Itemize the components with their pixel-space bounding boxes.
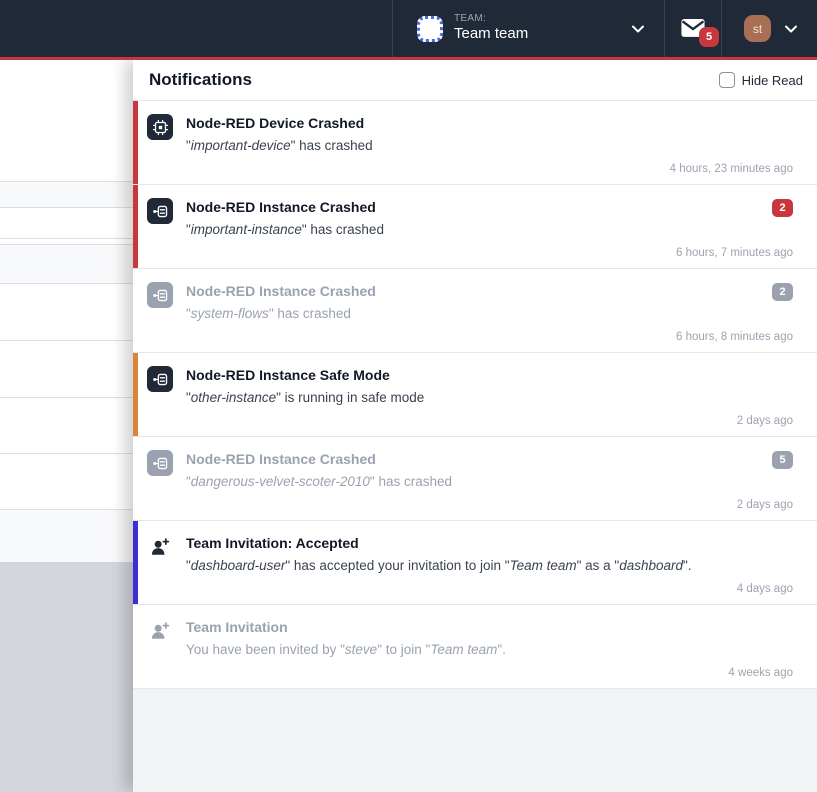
notification-item[interactable]: Team Invitation: Accepted "dashboard-user… [133, 521, 817, 605]
notification-message: "system-flows" has crashed [186, 306, 759, 321]
notification-title: Node-RED Instance Crashed [186, 199, 759, 215]
notification-texts: Node-RED Instance Crashed "important-inst… [186, 198, 759, 237]
team-avatar-icon [417, 16, 443, 42]
notification-texts: Team Invitation: Accepted "dashboard-user… [186, 534, 793, 573]
notification-timestamp: 2 days ago [147, 499, 793, 511]
notification-item[interactable]: Node-RED Instance Crashed "dangerous-velv… [133, 437, 817, 521]
device-icon [147, 114, 173, 140]
notifications-panel-header: Notifications Hide Read [133, 60, 817, 101]
notification-texts: Node-RED Instance Crashed "dangerous-velv… [186, 450, 759, 489]
notification-message: "important-instance" has crashed [186, 222, 759, 237]
notification-message: "dashboard-user" has accepted your invit… [186, 558, 793, 573]
navbar-spacer [0, 0, 392, 57]
user-plus-icon [147, 618, 173, 644]
notifications-panel: Notifications Hide Read Node-RED Device … [133, 60, 817, 792]
notification-message: "important-device" has crashed [186, 138, 793, 153]
notification-count-badge: 5 [772, 451, 793, 469]
team-selector-labels: TEAM: Team team [454, 13, 619, 44]
notification-item[interactable]: Node-RED Device Crashed "important-device… [133, 101, 817, 185]
notification-title: Node-RED Instance Crashed [186, 451, 759, 467]
notification-timestamp: 4 days ago [147, 583, 793, 595]
chevron-down-icon [630, 21, 646, 37]
unread-accent-bar [133, 521, 138, 604]
notification-message: "dangerous-velvet-scoter-2010" has crash… [186, 474, 759, 489]
nr-instance-icon [147, 366, 173, 392]
notifications-inbox-button[interactable]: 5 [665, 0, 722, 57]
notification-texts: Node-RED Device Crashed "important-device… [186, 114, 793, 153]
notification-title: Team Invitation: Accepted [186, 535, 793, 551]
hide-read-label: Hide Read [742, 73, 803, 88]
notification-item[interactable]: Node-RED Instance Safe Mode "other-instan… [133, 353, 817, 437]
user-menu-dropdown[interactable]: st [722, 0, 817, 57]
user-avatar: st [744, 15, 771, 42]
hide-read-toggle[interactable]: Hide Read [719, 72, 803, 88]
notification-title: Node-RED Instance Crashed [186, 283, 759, 299]
notification-count-badge: 2 [772, 283, 793, 301]
hide-read-checkbox[interactable] [719, 72, 735, 88]
notification-message: You have been invited by "steve" to join… [186, 642, 793, 657]
notification-count-badge: 2 [772, 199, 793, 217]
user-plus-icon [147, 534, 173, 560]
notification-title: Team Invitation [186, 619, 793, 635]
team-selector-dropdown[interactable]: TEAM: Team team [392, 0, 665, 57]
notification-texts: Team Invitation You have been invited by … [186, 618, 793, 657]
notifications-list: Node-RED Device Crashed "important-device… [133, 101, 817, 792]
notification-item[interactable]: Node-RED Instance Crashed "system-flows" … [133, 269, 817, 353]
notification-item[interactable]: Node-RED Instance Crashed "important-inst… [133, 185, 817, 269]
notification-timestamp: 2 days ago [147, 415, 793, 427]
notification-item[interactable]: Team Invitation You have been invited by … [133, 605, 817, 689]
notification-message: "other-instance" is running in safe mode [186, 390, 793, 405]
chevron-down-icon [783, 21, 799, 37]
nr-instance-icon [147, 282, 173, 308]
notification-texts: Node-RED Instance Crashed "system-flows" … [186, 282, 759, 321]
top-navbar: TEAM: Team team 5 st [0, 0, 817, 57]
notification-texts: Node-RED Instance Safe Mode "other-instan… [186, 366, 793, 405]
unread-accent-bar [133, 185, 138, 268]
notification-timestamp: 4 weeks ago [147, 667, 793, 679]
unread-accent-bar [133, 101, 138, 184]
notification-title: Node-RED Instance Safe Mode [186, 367, 793, 383]
notification-timestamp: 6 hours, 8 minutes ago [147, 331, 793, 343]
nr-instance-icon [147, 198, 173, 224]
panel-title: Notifications [149, 70, 252, 90]
unread-accent-bar [133, 353, 138, 436]
notification-timestamp: 6 hours, 7 minutes ago [147, 247, 793, 259]
team-label: TEAM: [454, 13, 619, 26]
notification-timestamp: 4 hours, 23 minutes ago [147, 163, 793, 175]
notification-title: Node-RED Device Crashed [186, 115, 793, 131]
brand-accent-line [0, 57, 817, 60]
nr-instance-icon [147, 450, 173, 476]
unread-count-badge: 5 [699, 27, 719, 47]
team-name: Team team [454, 25, 619, 44]
